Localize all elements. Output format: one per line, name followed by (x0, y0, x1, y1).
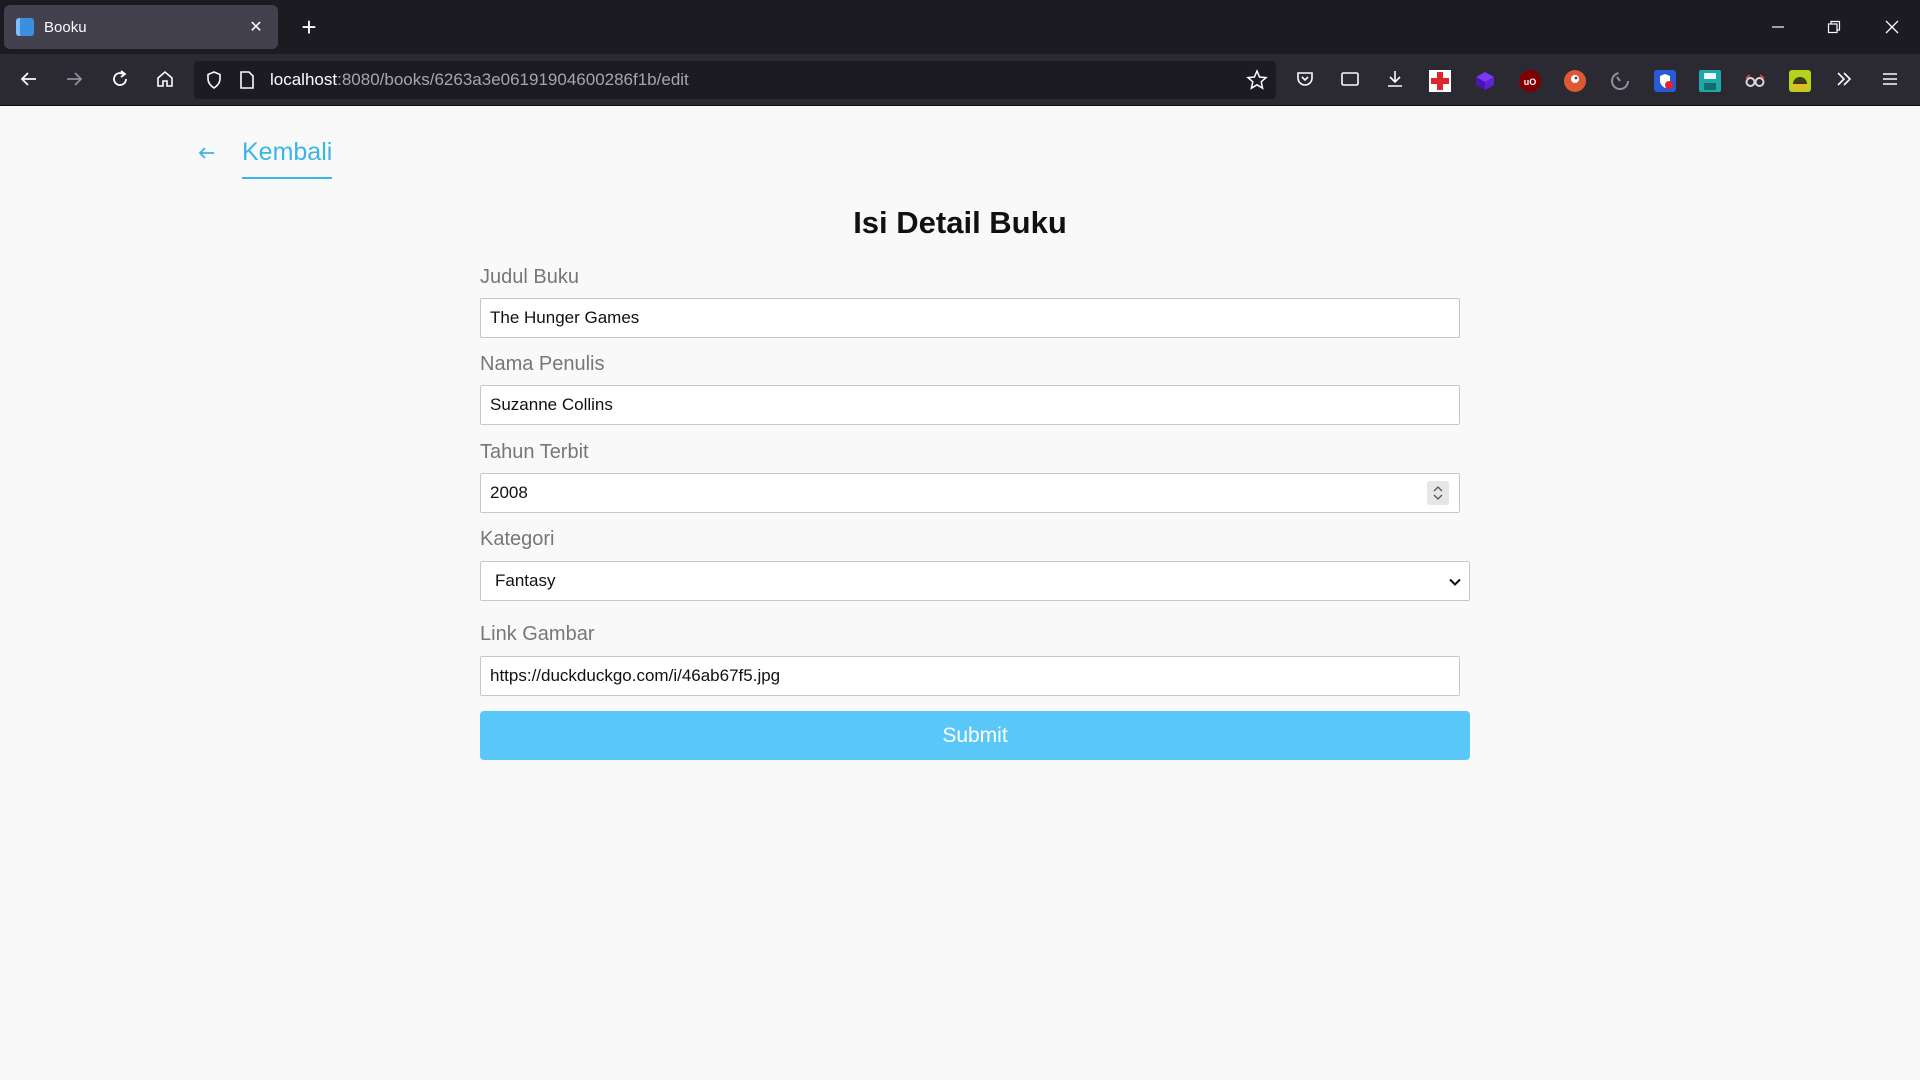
new-tab-button[interactable]: + (292, 10, 326, 44)
url-text: localhost:8080/books/6263a3e061919046002… (270, 70, 689, 90)
submit-button[interactable]: Submit (480, 711, 1470, 760)
tab-strip: Booku ✕ + (0, 0, 1920, 54)
pocket-icon[interactable] (1288, 62, 1322, 96)
extension-red-cross-icon[interactable] (1429, 70, 1451, 92)
back-link-label[interactable]: Kembali (242, 138, 333, 179)
navigation-toolbar: localhost:8080/books/6263a3e061919046002… (0, 54, 1920, 106)
link-gambar-label: Link Gambar (480, 623, 595, 645)
reload-icon[interactable] (103, 62, 137, 96)
book-favicon-icon (16, 18, 34, 36)
tahun-terbit-value: 2008 (490, 483, 528, 502)
browser-tab[interactable]: Booku ✕ (4, 5, 278, 49)
close-window-icon[interactable] (1864, 0, 1920, 54)
timer-extension-icon[interactable] (1609, 70, 1631, 92)
back-link[interactable]: Kembali (196, 138, 333, 179)
judul-buku-label: Judul Buku (480, 266, 579, 288)
reader-view-icon[interactable] (1333, 62, 1367, 96)
more-tools-icon[interactable] (1827, 62, 1861, 96)
page-title: Isi Detail Buku (853, 205, 1067, 240)
downloads-icon[interactable] (1378, 62, 1412, 96)
nama-penulis-label: Nama Penulis (480, 353, 605, 375)
minimize-icon[interactable] (1750, 0, 1806, 54)
duckduckgo-icon[interactable] (1564, 70, 1586, 92)
glasses-extension-icon[interactable] (1744, 70, 1766, 92)
back-icon[interactable] (12, 62, 46, 96)
restore-icon[interactable] (1806, 0, 1862, 54)
tahun-terbit-input[interactable]: 2008 (480, 473, 1460, 513)
back-arrow-icon (196, 142, 218, 164)
kategori-label: Kategori (480, 528, 555, 550)
nama-penulis-value: Suzanne Collins (490, 395, 613, 414)
address-bar[interactable]: localhost:8080/books/6263a3e061919046002… (194, 61, 1276, 99)
bitwarden-shield-icon[interactable] (1654, 70, 1676, 92)
app-menu-icon[interactable] (1873, 62, 1907, 96)
kategori-selected-value: Fantasy (495, 571, 556, 590)
home-icon[interactable] (148, 62, 182, 96)
bookmark-star-icon[interactable] (1246, 69, 1268, 96)
url-host: localhost (270, 70, 338, 89)
android-extension-icon[interactable] (1789, 70, 1811, 92)
page-info-icon[interactable] (238, 70, 256, 95)
tab-title: Booku (44, 18, 87, 36)
judul-buku-input[interactable]: The Hunger Games (480, 298, 1460, 338)
judul-buku-value: The Hunger Games (490, 308, 640, 327)
extension-purple-cube-icon[interactable] (1474, 70, 1496, 92)
nama-penulis-input[interactable]: Suzanne Collins (480, 385, 1460, 425)
save-page-icon[interactable] (1699, 70, 1721, 92)
tahun-terbit-label: Tahun Terbit (480, 441, 589, 463)
chevron-down-icon (1447, 574, 1463, 590)
shield-icon[interactable] (204, 70, 224, 95)
number-spinner-icon[interactable] (1427, 481, 1449, 505)
tab-close-icon[interactable]: ✕ (246, 17, 266, 37)
forward-icon[interactable] (57, 62, 91, 96)
ublock-origin-icon[interactable]: uO (1519, 70, 1541, 92)
link-gambar-input[interactable]: https://duckduckgo.com/i/46ab67f5.jpg (480, 656, 1460, 696)
url-path: :8080/books/6263a3e06191904600286f1b/edi… (337, 70, 689, 89)
kategori-select[interactable]: Fantasy (480, 561, 1470, 601)
link-gambar-value: https://duckduckgo.com/i/46ab67f5.jpg (490, 666, 781, 685)
svg-text:uO: uO (1524, 77, 1537, 87)
